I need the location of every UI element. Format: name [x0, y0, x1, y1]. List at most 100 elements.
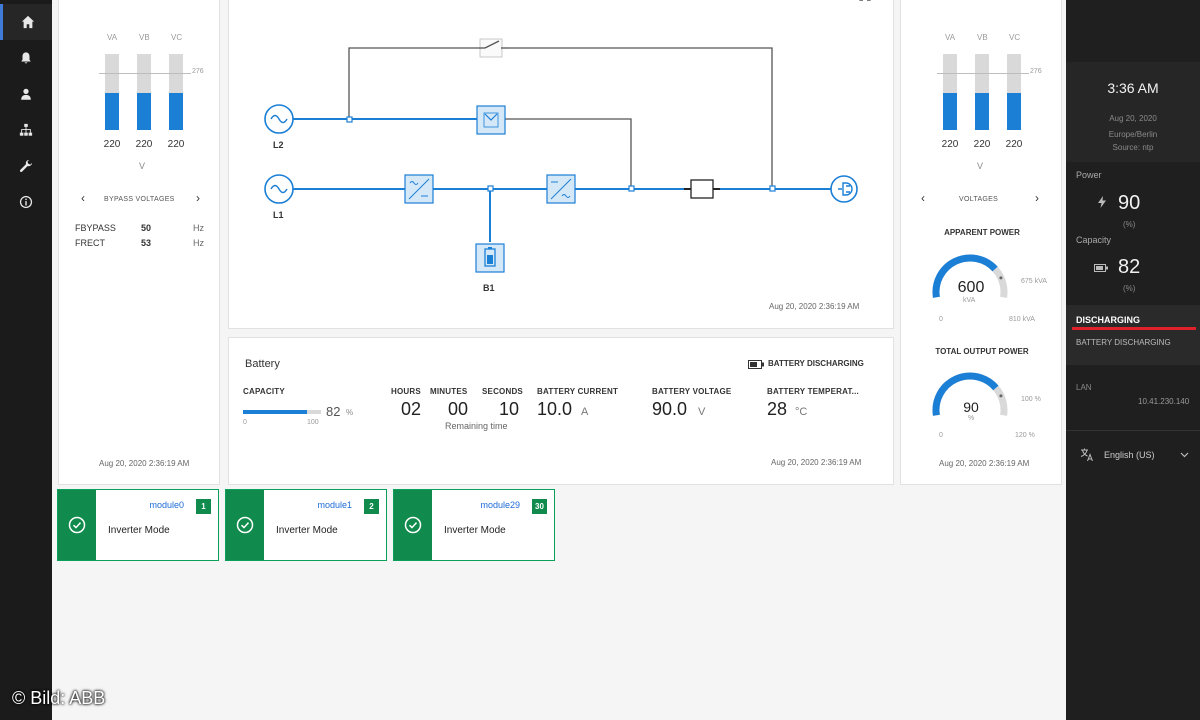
hierarchy-icon [19, 123, 33, 136]
source-l2[interactable] [264, 104, 294, 134]
module-mode: Inverter Mode [108, 525, 170, 536]
battery-temperature-unit: °C [795, 406, 808, 418]
out-voltage-unit: V [977, 161, 984, 171]
prev-page-button[interactable]: ‹ [81, 191, 85, 205]
nav-topology[interactable] [0, 112, 52, 148]
module-mode: Inverter Mode [444, 525, 506, 536]
battery-temperature-label: BATTERY TEMPERAT... [767, 387, 859, 396]
freq-bypass-unit: Hz [193, 223, 204, 233]
module-card-0[interactable]: module0 1 Inverter Mode [57, 489, 219, 561]
apparent-power-max: 810 kVA [1009, 316, 1035, 323]
pager-label: BYPASS VOLTAGES [104, 196, 175, 203]
capacity-side-label: Capacity [1076, 235, 1112, 245]
voltage-bar-a [105, 93, 119, 130]
out-phase-label-c: VC [1009, 33, 1021, 42]
out-voltage-bar-c [1007, 93, 1021, 130]
freq-bypass-label: FBYPASS [75, 223, 116, 233]
inverter-block[interactable] [546, 174, 576, 204]
output-chevron-icon[interactable] [1027, 0, 1039, 3]
capacity-bar [243, 410, 321, 414]
check-circle-icon [404, 516, 422, 534]
apparent-power-mark: 675 kVA [1021, 278, 1047, 285]
power-label: Power [1076, 170, 1102, 180]
info-icon [19, 195, 33, 209]
battery-temperature-value: 28 [767, 399, 788, 419]
label-l2: L2 [273, 140, 284, 150]
voltage-value-b: 220 [135, 139, 153, 150]
hours-value: 02 [401, 399, 422, 419]
module-mode: Inverter Mode [276, 525, 338, 536]
alarm-block[interactable]: DISCHARGING BATTERY DISCHARGING [1066, 305, 1200, 365]
module-badge: 30 [532, 499, 547, 514]
battery-block[interactable] [475, 243, 505, 273]
capacity-side-unit: (%) [1123, 284, 1136, 293]
nav-info[interactable] [0, 184, 52, 220]
photo-credit: © Bild: ABB [12, 688, 106, 708]
seconds-label: SECONDS [482, 387, 523, 396]
out-voltage-value-c: 220 [1005, 139, 1023, 150]
power-unit: (%) [1123, 220, 1136, 229]
bypass-timestamp: Aug 20, 2020 2:36:19 AM [99, 459, 190, 468]
check-circle-icon [236, 516, 254, 534]
nav-home[interactable] [0, 4, 52, 40]
single-line-diagram-card: L2 L1 B1 Aug 20, 2020 2:36:19 AM [228, 0, 894, 329]
battery-status-icon [748, 360, 764, 369]
out-phase-label-b: VB [977, 33, 988, 42]
battery-card: Battery BATTERY DISCHARGING CAPACITY 82 … [228, 337, 894, 485]
nav-alarms[interactable] [0, 40, 52, 76]
total-output-power-max: 120 % [1015, 432, 1035, 439]
node-output-a [628, 185, 635, 192]
out-next-page-button[interactable]: › [1035, 191, 1039, 205]
module-card-29[interactable]: module29 30 Inverter Mode [393, 489, 555, 561]
power-value: 90 [1118, 192, 1141, 214]
static-switch[interactable] [478, 38, 509, 58]
alarm-text: BATTERY DISCHARGING [1076, 338, 1171, 347]
node-l2 [346, 116, 353, 123]
divider [1066, 430, 1200, 431]
alarm-severity-bar [1072, 327, 1196, 330]
module-name[interactable]: module0 [149, 500, 184, 510]
apparent-power-value: 600 [957, 279, 985, 296]
capacity-side-value: 82 [1118, 256, 1141, 278]
out-prev-page-button[interactable]: ‹ [921, 191, 925, 205]
out-voltage-limit-label: 276 [1030, 68, 1042, 75]
main-area: VA VB VC 276 220 220 220 V ‹ BYPASS VOLT… [52, 0, 1066, 720]
load-plug-icon[interactable] [830, 175, 858, 203]
label-l1: L1 [273, 210, 284, 220]
voltage-bar-c [169, 93, 183, 130]
source-l1[interactable] [264, 174, 294, 204]
module-card-1[interactable]: module1 2 Inverter Mode [225, 489, 387, 561]
out-phase-label-a: VA [945, 33, 956, 42]
next-page-button[interactable]: › [196, 191, 200, 205]
nav-users[interactable] [0, 76, 52, 112]
bypass-chevron-icon[interactable] [189, 0, 201, 3]
module-name[interactable]: module1 [317, 500, 352, 510]
output-breaker[interactable] [684, 179, 720, 199]
out-voltage-bar-a [943, 93, 957, 130]
label-b1: B1 [483, 283, 495, 293]
capacity-unit: % [346, 408, 354, 417]
voltage-limit-line [99, 73, 191, 74]
bypass-switch-block[interactable] [476, 105, 506, 135]
out-voltage-value-b: 220 [973, 139, 991, 150]
check-circle-icon [68, 516, 86, 534]
single-line-diagram [264, 38, 858, 273]
hours-label: HOURS [391, 387, 421, 396]
battery-current-label: BATTERY CURRENT [537, 387, 619, 396]
diagram-timestamp: Aug 20, 2020 2:36:19 AM [769, 302, 860, 311]
battery-timestamp: Aug 20, 2020 2:36:19 AM [771, 458, 862, 467]
nav-service[interactable] [0, 148, 52, 184]
battery-current-unit: A [581, 406, 589, 418]
total-output-power-mark: 100 % [1021, 396, 1041, 403]
gauge-threshold-mark [999, 276, 1003, 280]
battery-voltage-value: 90.0 [652, 399, 688, 419]
phase-label-a: VA [107, 33, 118, 42]
language-label: English (US) [1104, 450, 1155, 460]
gauge-threshold-mark [999, 394, 1003, 398]
out-pager-label: VOLTAGES [959, 196, 999, 203]
total-output-power-min: 0 [939, 432, 943, 439]
module-name[interactable]: module29 [480, 500, 520, 510]
clock-block: 3:36 AM Aug 20, 2020 Europe/Berlin Sourc… [1066, 62, 1200, 162]
rectifier-block[interactable] [404, 174, 434, 204]
language-selector[interactable]: English (US) [1066, 442, 1200, 468]
